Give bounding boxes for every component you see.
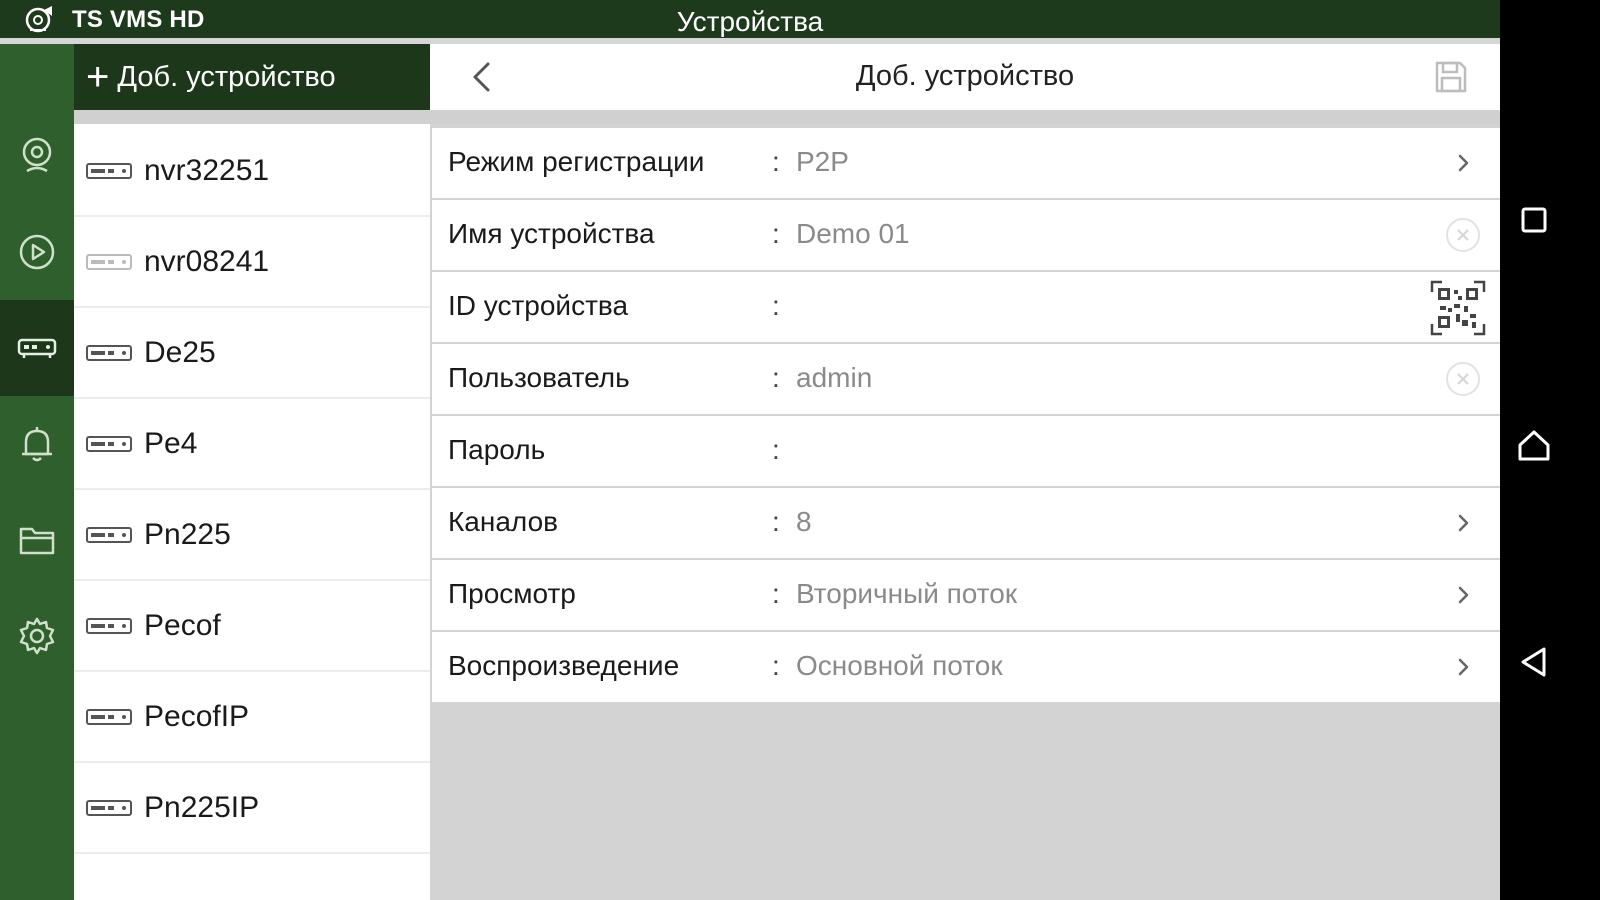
nvr-device-icon xyxy=(86,617,132,634)
settings-gear-icon xyxy=(19,617,55,655)
alarm-bell-icon xyxy=(22,427,52,462)
plus-icon: + xyxy=(86,55,110,99)
nvr-device-icon xyxy=(86,708,132,725)
field-label: ID устройства xyxy=(448,290,629,321)
form-header: Доб. устройство xyxy=(430,44,1500,110)
device-name-row: Имя устройства : Demo 01 xyxy=(432,200,1500,270)
device-list-item[interactable]: nvr32251 xyxy=(74,126,430,217)
save-floppy-icon[interactable] xyxy=(1434,60,1468,94)
clear-icon[interactable] xyxy=(1444,216,1482,254)
page-title: Устройства xyxy=(676,6,824,37)
nvr-device-icon xyxy=(86,344,132,361)
device-name: De25 xyxy=(144,335,216,369)
nvr-device-offline-icon xyxy=(86,253,132,270)
qr-scan-icon[interactable] xyxy=(1430,280,1486,336)
password-row: Пароль : xyxy=(432,416,1500,486)
list-divider xyxy=(74,110,430,124)
field-colon: : xyxy=(772,578,780,609)
rail-item-settings[interactable] xyxy=(0,588,74,684)
files-folder-icon xyxy=(19,527,55,555)
field-label: Режим регистрации xyxy=(448,146,705,177)
nvr-device-icon xyxy=(86,799,132,816)
device-name: nvr08241 xyxy=(144,244,270,278)
devices-icon xyxy=(17,338,57,358)
rail-item-files[interactable] xyxy=(0,492,74,588)
channels-value: 8 xyxy=(796,506,812,537)
back-triangle-icon[interactable] xyxy=(1514,642,1554,682)
field-colon: : xyxy=(772,362,780,393)
nvr-device-icon xyxy=(86,435,132,452)
username-field[interactable]: admin xyxy=(796,362,872,394)
system-navigation-bar xyxy=(1500,0,1600,900)
device-name: nvr32251 xyxy=(144,153,270,187)
add-device-button[interactable]: + Доб. устройство xyxy=(74,44,430,110)
device-id-row: ID устройства : xyxy=(432,272,1500,342)
registration-mode-value: P2P xyxy=(796,146,849,177)
device-list-item[interactable]: Pn225 xyxy=(74,490,430,581)
nvr-device-icon xyxy=(86,162,132,179)
add-device-label: Доб. устройство xyxy=(117,60,336,93)
device-list-panel: + Доб. устройство nvr32251 nvr08241 De25… xyxy=(74,44,430,900)
rail-item-alarms[interactable] xyxy=(0,396,74,492)
rail-item-playback[interactable] xyxy=(0,204,74,300)
device-name: PecofIP xyxy=(144,699,250,733)
channels-row[interactable]: Каналов : 8 xyxy=(432,488,1500,558)
rail-item-live-view[interactable] xyxy=(0,108,74,204)
form-header-divider xyxy=(430,110,1500,124)
field-label: Просмотр xyxy=(448,578,576,609)
navigation-rail xyxy=(0,44,74,900)
registration-mode-row[interactable]: Режим регистрации : P2P xyxy=(432,128,1500,198)
clear-icon[interactable] xyxy=(1444,360,1482,398)
app-title-bar: TS VMS HD Устройства xyxy=(0,0,1500,40)
add-device-form-panel: Доб. устройство Режим регистрации : P2P … xyxy=(430,44,1500,900)
playback-stream-row[interactable]: Воспроизведение : Основной поток xyxy=(432,632,1500,702)
live-view-stream-value: Вторичный поток xyxy=(796,578,1018,609)
field-colon: : xyxy=(772,434,780,465)
chevron-right-icon xyxy=(1458,658,1469,676)
playback-icon xyxy=(19,234,55,270)
field-colon: : xyxy=(772,506,780,537)
device-list-item[interactable]: nvr08241 xyxy=(74,217,430,308)
device-name: Pe4 xyxy=(144,426,198,460)
live-view-camera-icon xyxy=(22,137,52,173)
field-label: Пароль xyxy=(448,434,546,465)
live-view-stream-row[interactable]: Просмотр : Вторичный поток xyxy=(432,560,1500,630)
device-name: Pn225IP xyxy=(144,790,260,824)
device-list-item[interactable]: Pn225IP xyxy=(74,763,430,854)
field-label: Воспроизведение xyxy=(448,650,680,681)
device-list-item[interactable]: De25 xyxy=(74,308,430,399)
chevron-right-icon xyxy=(1458,154,1469,172)
device-list-item[interactable]: PecofIP xyxy=(74,672,430,763)
home-icon[interactable] xyxy=(1514,425,1554,465)
field-label: Имя устройства xyxy=(448,218,655,249)
field-colon: : xyxy=(772,650,780,681)
device-name: Pecof xyxy=(144,608,221,642)
device-name-field[interactable]: Demo 01 xyxy=(796,218,910,250)
device-list-item[interactable]: Pe4 xyxy=(74,399,430,490)
device-name: Pn225 xyxy=(144,517,231,551)
field-label: Каналов xyxy=(448,506,559,537)
chevron-right-icon xyxy=(1458,586,1469,604)
field-label: Пользователь xyxy=(448,362,630,393)
username-row: Пользователь : admin xyxy=(432,344,1500,414)
field-colon: : xyxy=(772,146,780,177)
playback-stream-value: Основной поток xyxy=(796,650,1003,681)
chevron-right-icon xyxy=(1458,514,1469,532)
recent-apps-icon[interactable] xyxy=(1514,200,1554,240)
rail-item-devices[interactable] xyxy=(0,300,74,396)
field-colon: : xyxy=(772,290,780,321)
nvr-device-icon xyxy=(86,526,132,543)
device-list-item[interactable]: Pecof xyxy=(74,581,430,672)
field-colon: : xyxy=(772,218,780,249)
form-title: Доб. устройство xyxy=(855,60,1075,92)
